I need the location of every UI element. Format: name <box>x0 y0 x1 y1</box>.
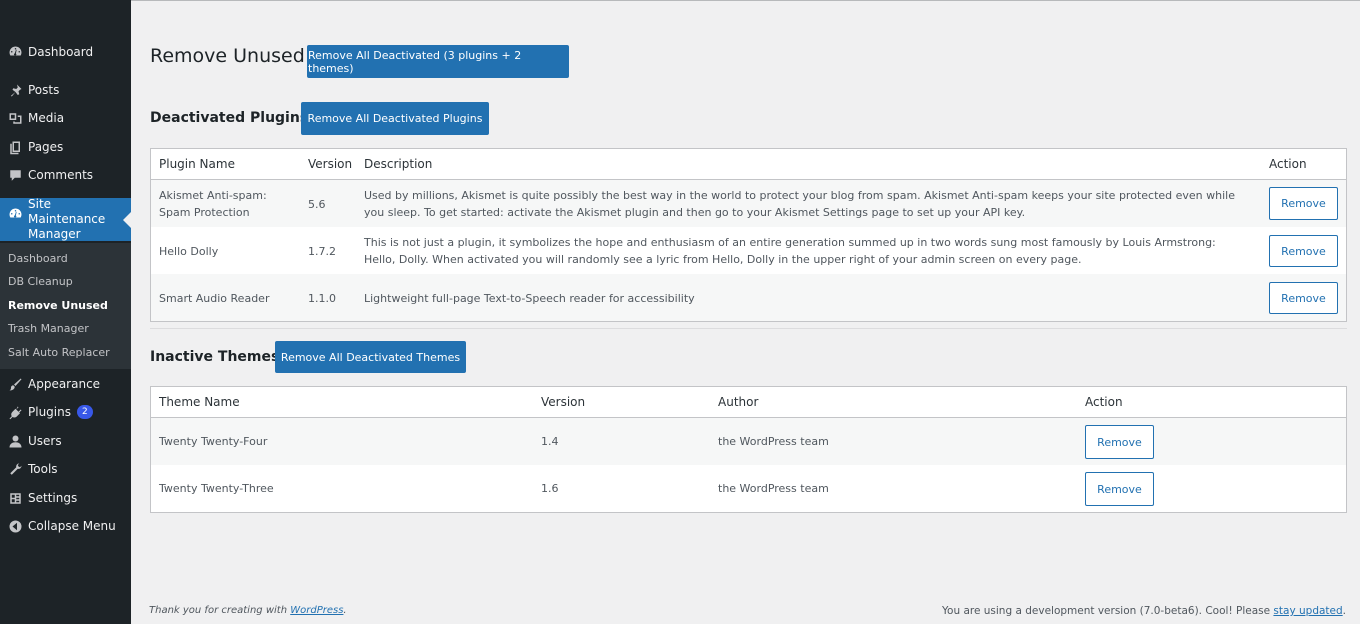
theme-author: the WordPress team <box>718 435 829 448</box>
stay-updated-link[interactable]: stay updated <box>1273 605 1342 617</box>
plugin-version: 5.6 <box>308 198 326 211</box>
theme-version: 1.4 <box>541 435 559 448</box>
submenu-item-dashboard[interactable]: Dashboard <box>8 252 68 265</box>
page-title: Remove Unused <box>150 45 305 67</box>
menu-label: Appearance <box>28 377 101 391</box>
footer-version-text: You are using a development version (7.0… <box>942 605 1271 617</box>
menu-item-site-maintenance-manager[interactable]: Site Maintenance Manager <box>0 197 131 241</box>
menu-item-pages[interactable]: Pages <box>0 137 131 157</box>
user-icon <box>6 432 24 450</box>
plugin-name: Smart Audio Reader <box>159 292 270 305</box>
menu-label: Dashboard <box>28 45 94 59</box>
plugins-update-badge: 2 <box>76 405 93 419</box>
comment-icon <box>6 166 24 184</box>
remove-plugin-button[interactable]: Remove <box>1269 187 1338 220</box>
column-header-action: Action <box>1085 395 1123 409</box>
themes-table: Theme Name Version Author Action Twenty … <box>150 386 1347 513</box>
submenu-item-db-cleanup[interactable]: DB Cleanup <box>8 275 73 288</box>
column-header-action: Action <box>1269 157 1307 171</box>
remove-all-themes-button[interactable]: Remove All Deactivated Themes <box>275 341 466 373</box>
remove-all-deactivated-button[interactable]: Remove All Deactivated (3 plugins + 2 th… <box>307 45 569 78</box>
brush-icon <box>6 375 24 393</box>
menu-item-plugins[interactable]: Plugins 2 <box>0 402 131 422</box>
remove-plugin-button[interactable]: Remove <box>1269 282 1338 314</box>
footer-period: . <box>1342 605 1346 617</box>
plugin-version: 1.1.0 <box>308 292 336 305</box>
plugins-table: Plugin Name Version Description Action A… <box>150 148 1347 322</box>
menu-label: Collapse Menu <box>28 519 116 533</box>
menu-label: Settings <box>28 491 78 505</box>
menu-item-users[interactable]: Users <box>0 431 131 451</box>
admin-sidebar: Dashboard Posts Media Pages Comments Sit… <box>0 0 131 624</box>
collapse-icon <box>6 517 24 535</box>
menu-item-comments[interactable]: Comments <box>0 165 131 185</box>
plugin-description: This is not just a plugin, it symbolizes… <box>364 236 1216 266</box>
plugin-name: Akismet Anti-spam: Spam Protection <box>159 189 267 219</box>
plug-icon <box>6 403 24 421</box>
theme-name: Twenty Twenty-Four <box>159 435 268 448</box>
section-divider <box>150 328 1347 329</box>
menu-item-media[interactable]: Media <box>0 108 131 128</box>
plugin-description: Lightweight full-page Text-to-Speech rea… <box>364 292 695 305</box>
menu-item-settings[interactable]: Settings <box>0 488 131 508</box>
column-header-theme-name: Theme Name <box>159 395 240 409</box>
menu-label: Plugins <box>28 405 71 419</box>
footer-thankyou-text: Thank you for creating with <box>149 605 288 616</box>
wordpress-link[interactable]: WordPress <box>290 605 343 616</box>
plugin-name: Hello Dolly <box>159 245 219 258</box>
dashboard-icon <box>6 43 24 61</box>
submenu-item-remove-unused[interactable]: Remove Unused <box>8 299 108 312</box>
menu-label: Posts <box>28 83 60 97</box>
themes-heading: Inactive Themes <box>150 349 280 365</box>
column-header-author: Author <box>718 395 759 409</box>
theme-author: the WordPress team <box>718 482 829 495</box>
submenu: Dashboard DB Cleanup Remove Unused Trash… <box>0 243 131 369</box>
column-header-version: Version <box>541 395 586 409</box>
settings-icon <box>6 489 24 507</box>
theme-name: Twenty Twenty-Three <box>159 482 274 495</box>
footer-thankyou: Thank you for creating with WordPress. <box>149 605 347 616</box>
column-header-description: Description <box>364 157 433 171</box>
plugins-heading: Deactivated Plugins <box>150 110 309 126</box>
menu-item-posts[interactable]: Posts <box>0 80 131 100</box>
menu-label: Pages <box>28 140 64 154</box>
top-border <box>131 0 1360 1</box>
menu-label: Tools <box>28 462 58 476</box>
submenu-item-trash-manager[interactable]: Trash Manager <box>8 322 89 335</box>
collapse-menu-button[interactable]: Collapse Menu <box>0 516 131 536</box>
pages-icon <box>6 138 24 156</box>
menu-item-appearance[interactable]: Appearance <box>0 374 131 394</box>
media-icon <box>6 109 24 127</box>
theme-version: 1.6 <box>541 482 559 495</box>
wrench-icon <box>6 460 24 478</box>
remove-theme-button[interactable]: Remove <box>1085 425 1154 459</box>
remove-all-plugins-button[interactable]: Remove All Deactivated Plugins <box>301 102 489 135</box>
footer-version: You are using a development version (7.0… <box>942 605 1346 617</box>
menu-label: Site Maintenance Manager <box>28 197 106 241</box>
menu-label: Users <box>28 434 62 448</box>
site-maintenance-icon <box>6 205 24 223</box>
menu-label: Comments <box>28 168 94 182</box>
column-header-plugin-name: Plugin Name <box>159 157 235 171</box>
column-header-version: Version <box>308 157 353 171</box>
pin-icon <box>6 81 24 99</box>
submenu-item-salt-auto-replacer[interactable]: Salt Auto Replacer <box>8 346 110 359</box>
footer-period: . <box>343 605 347 616</box>
remove-plugin-button[interactable]: Remove <box>1269 235 1338 267</box>
remove-theme-button[interactable]: Remove <box>1085 472 1154 506</box>
plugin-description: Used by millions, Akismet is quite possi… <box>364 189 1235 219</box>
menu-label: Media <box>28 111 65 125</box>
menu-item-dashboard[interactable]: Dashboard <box>0 42 131 62</box>
menu-item-tools[interactable]: Tools <box>0 459 131 479</box>
plugin-version: 1.7.2 <box>308 245 336 258</box>
